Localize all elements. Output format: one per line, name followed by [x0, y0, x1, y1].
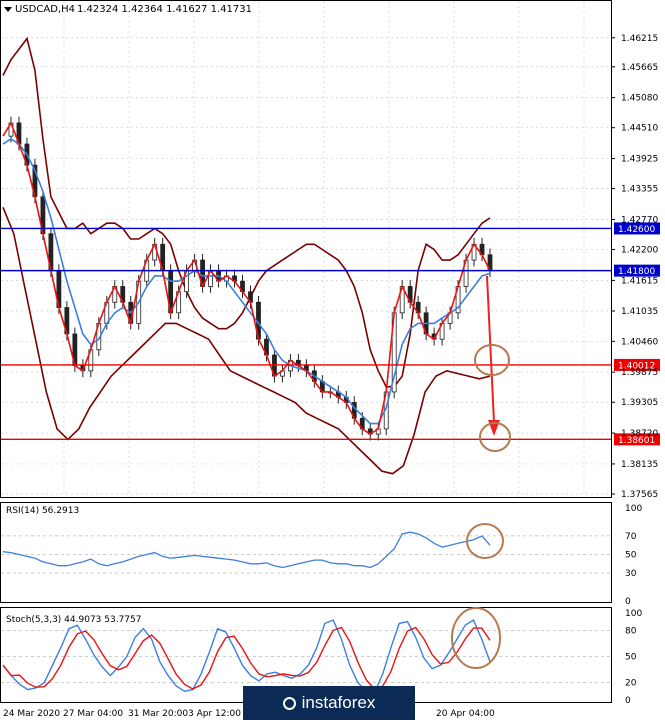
price-tick-label: 1.44510	[621, 124, 658, 134]
watermark-logo: instaforex	[243, 686, 415, 720]
rsi-lines	[2, 531, 491, 569]
rsi-tick-label: 0	[625, 597, 631, 607]
time-tick-label: 24 Mar 2020	[3, 709, 60, 719]
logo-icon	[282, 697, 296, 711]
stoch-circle	[451, 607, 501, 669]
candles	[8, 116, 493, 441]
price-tick-label: 1.38720	[621, 429, 658, 439]
rsi-tick-label: 100	[625, 504, 642, 514]
level-label: 1.42600	[618, 225, 655, 235]
symbol-label: USDCAD,H4	[15, 4, 75, 15]
price-tick-label: 1.46215	[621, 34, 658, 44]
ohlc-values: 1.42324 1.42364 1.41627 1.41731	[77, 4, 252, 15]
price-tick-label: 1.39305	[621, 398, 658, 408]
stoch-tick-label: 80	[625, 626, 637, 636]
rsi-tick-label: 50	[625, 551, 637, 561]
price-tick-label: 1.45665	[621, 63, 658, 73]
stoch-tick-label: 50	[625, 653, 637, 663]
stoch-label: Stoch(5,3,3) 44.9073 53.7757	[6, 615, 141, 625]
usdcad-h4-chart: 1.426001.418001.400121.38601 1.462151.45…	[0, 0, 660, 719]
stoch-tick-label: 100	[625, 609, 642, 619]
time-tick-label: 31 Mar 20:00	[128, 709, 188, 719]
rsi-label: RSI(14) 56.2913	[6, 506, 79, 516]
price-tick-label: 1.40460	[621, 337, 658, 347]
rsi-panel-frame	[0, 502, 612, 603]
bollinger-bands	[2, 36, 491, 475]
rsi-line	[2, 531, 491, 569]
price-tick-label: 1.42200	[621, 246, 658, 256]
stoch-d-line	[2, 626, 491, 690]
price-tick-label: 1.41615	[621, 276, 658, 286]
price-tick-label: 1.45080	[621, 94, 658, 104]
dropdown-triangle-icon[interactable]	[4, 7, 12, 12]
stoch-tick-label: 20	[625, 679, 637, 689]
rsi-circle	[466, 523, 504, 559]
price-tick-label: 1.38135	[621, 460, 658, 470]
price-tick-label: 1.42770	[621, 215, 658, 225]
rsi-tick-label: 30	[625, 569, 637, 579]
rsi-tick-label: 70	[625, 532, 637, 542]
time-tick-label: 27 Mar 04:00	[63, 709, 123, 719]
price-panel-frame	[0, 0, 612, 498]
forecast-annotations	[451, 275, 511, 669]
price-tick-label: 1.41035	[621, 307, 658, 317]
time-tick-label: 3 Apr 12:00	[188, 709, 241, 719]
price-tick-label: 1.37565	[621, 490, 658, 500]
forecast-arrow	[486, 275, 495, 423]
price-tick-label: 1.43355	[621, 185, 658, 195]
price-tick-label: 1.43925	[621, 155, 658, 165]
price-tick-label: 1.39875	[621, 368, 658, 378]
stoch-tick-label: 0	[625, 696, 631, 706]
time-tick-label: 20 Apr 04:00	[436, 709, 495, 719]
chart-window: 1.42600 1.41800 1.40012 1.38601 1.46215 1.45…	[0, 0, 665, 723]
